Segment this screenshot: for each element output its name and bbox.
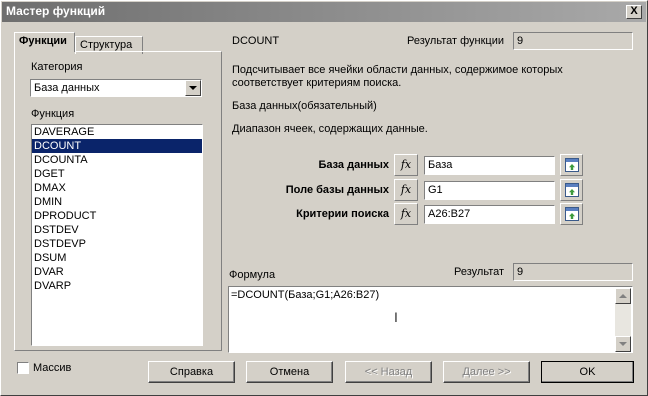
list-item[interactable]: DMIN	[32, 195, 202, 209]
formula-text: =DCOUNT(База;G1;A26:B27)	[231, 289, 380, 301]
param-input-field[interactable]: G1	[424, 181, 555, 200]
list-item[interactable]: DMAX	[32, 181, 202, 195]
function-list[interactable]: DAVERAGE DCOUNT DCOUNTA DGET DMAX DMIN D…	[31, 124, 203, 346]
function-result-value: 9	[513, 32, 633, 50]
formula-label: Формула	[229, 269, 276, 281]
shrink-button-database[interactable]	[560, 154, 583, 176]
ok-button[interactable]: OK	[541, 361, 634, 383]
cancel-button[interactable]: Отмена	[246, 361, 333, 383]
param-input-database[interactable]: База	[424, 156, 555, 175]
text-cursor-icon: I	[394, 309, 398, 325]
close-button[interactable]: X	[626, 5, 642, 19]
function-label: Функция	[31, 108, 75, 120]
param-title: База данных(обязательный)	[232, 100, 377, 112]
formula-scrollbar[interactable]	[615, 288, 631, 352]
shrink-button-field[interactable]	[560, 179, 583, 201]
function-result-label: Результат функции	[407, 35, 504, 47]
title-bar[interactable]: Мастер функций X	[2, 2, 646, 22]
list-item[interactable]: DVARP	[32, 279, 202, 293]
scroll-up-icon[interactable]	[615, 288, 631, 304]
list-item[interactable]: DGET	[32, 167, 202, 181]
array-checkbox[interactable]	[17, 362, 29, 374]
list-item[interactable]: DSTDEV	[32, 223, 202, 237]
formula-result-label: Результат	[454, 266, 505, 278]
shrink-icon	[565, 183, 579, 197]
param-input-criteria[interactable]: A26:B27	[424, 205, 555, 224]
help-button[interactable]: Справка	[148, 361, 235, 383]
formula-editor[interactable]: =DCOUNT(База;G1;A26:B27) I	[228, 286, 633, 353]
category-select[interactable]: База данных	[30, 79, 202, 97]
param-label-field: Поле базы данных	[285, 184, 389, 196]
list-item[interactable]: DVAR	[32, 265, 202, 279]
shrink-icon	[565, 158, 579, 172]
list-item[interactable]: DSTDEVP	[32, 237, 202, 251]
shrink-button-criteria[interactable]	[560, 203, 583, 225]
list-item[interactable]: DSUM	[32, 251, 202, 265]
param-description: Диапазон ячеек, содержащих данные.	[232, 123, 428, 135]
tab-functions[interactable]: Функции	[14, 32, 75, 52]
list-item[interactable]: DPRODUCT	[32, 209, 202, 223]
fx-button-field[interactable]: fx	[394, 179, 418, 201]
chevron-down-icon[interactable]	[185, 80, 201, 96]
function-description: Подсчитывает все ячейки области данных, …	[232, 64, 563, 89]
category-label: Категория	[31, 61, 83, 73]
tab-structure-label: Структура	[80, 39, 133, 51]
shrink-icon	[565, 207, 579, 221]
param-label-criteria: Критерии поиска	[296, 208, 389, 220]
fx-button-criteria[interactable]: fx	[394, 203, 418, 225]
tab-functions-label: Функции	[19, 35, 67, 47]
window-title: Мастер функций	[6, 4, 106, 18]
back-button[interactable]: << Назад	[345, 361, 432, 383]
next-button[interactable]: Далее >>	[443, 361, 530, 383]
function-wizard-dialog: Мастер функций X Функции Структура Катег…	[0, 0, 648, 396]
formula-result-value: 9	[513, 263, 633, 281]
array-checkbox-label: Массив	[33, 362, 72, 374]
scroll-down-icon[interactable]	[615, 336, 631, 352]
category-value: База данных	[34, 82, 100, 94]
function-name: DCOUNT	[232, 35, 280, 47]
list-item[interactable]: DCOUNT	[32, 139, 202, 153]
list-item[interactable]: DCOUNTA	[32, 153, 202, 167]
list-item[interactable]: DAVERAGE	[32, 125, 202, 139]
fx-button-database[interactable]: fx	[394, 154, 418, 176]
param-label-database: База данных	[318, 159, 389, 171]
